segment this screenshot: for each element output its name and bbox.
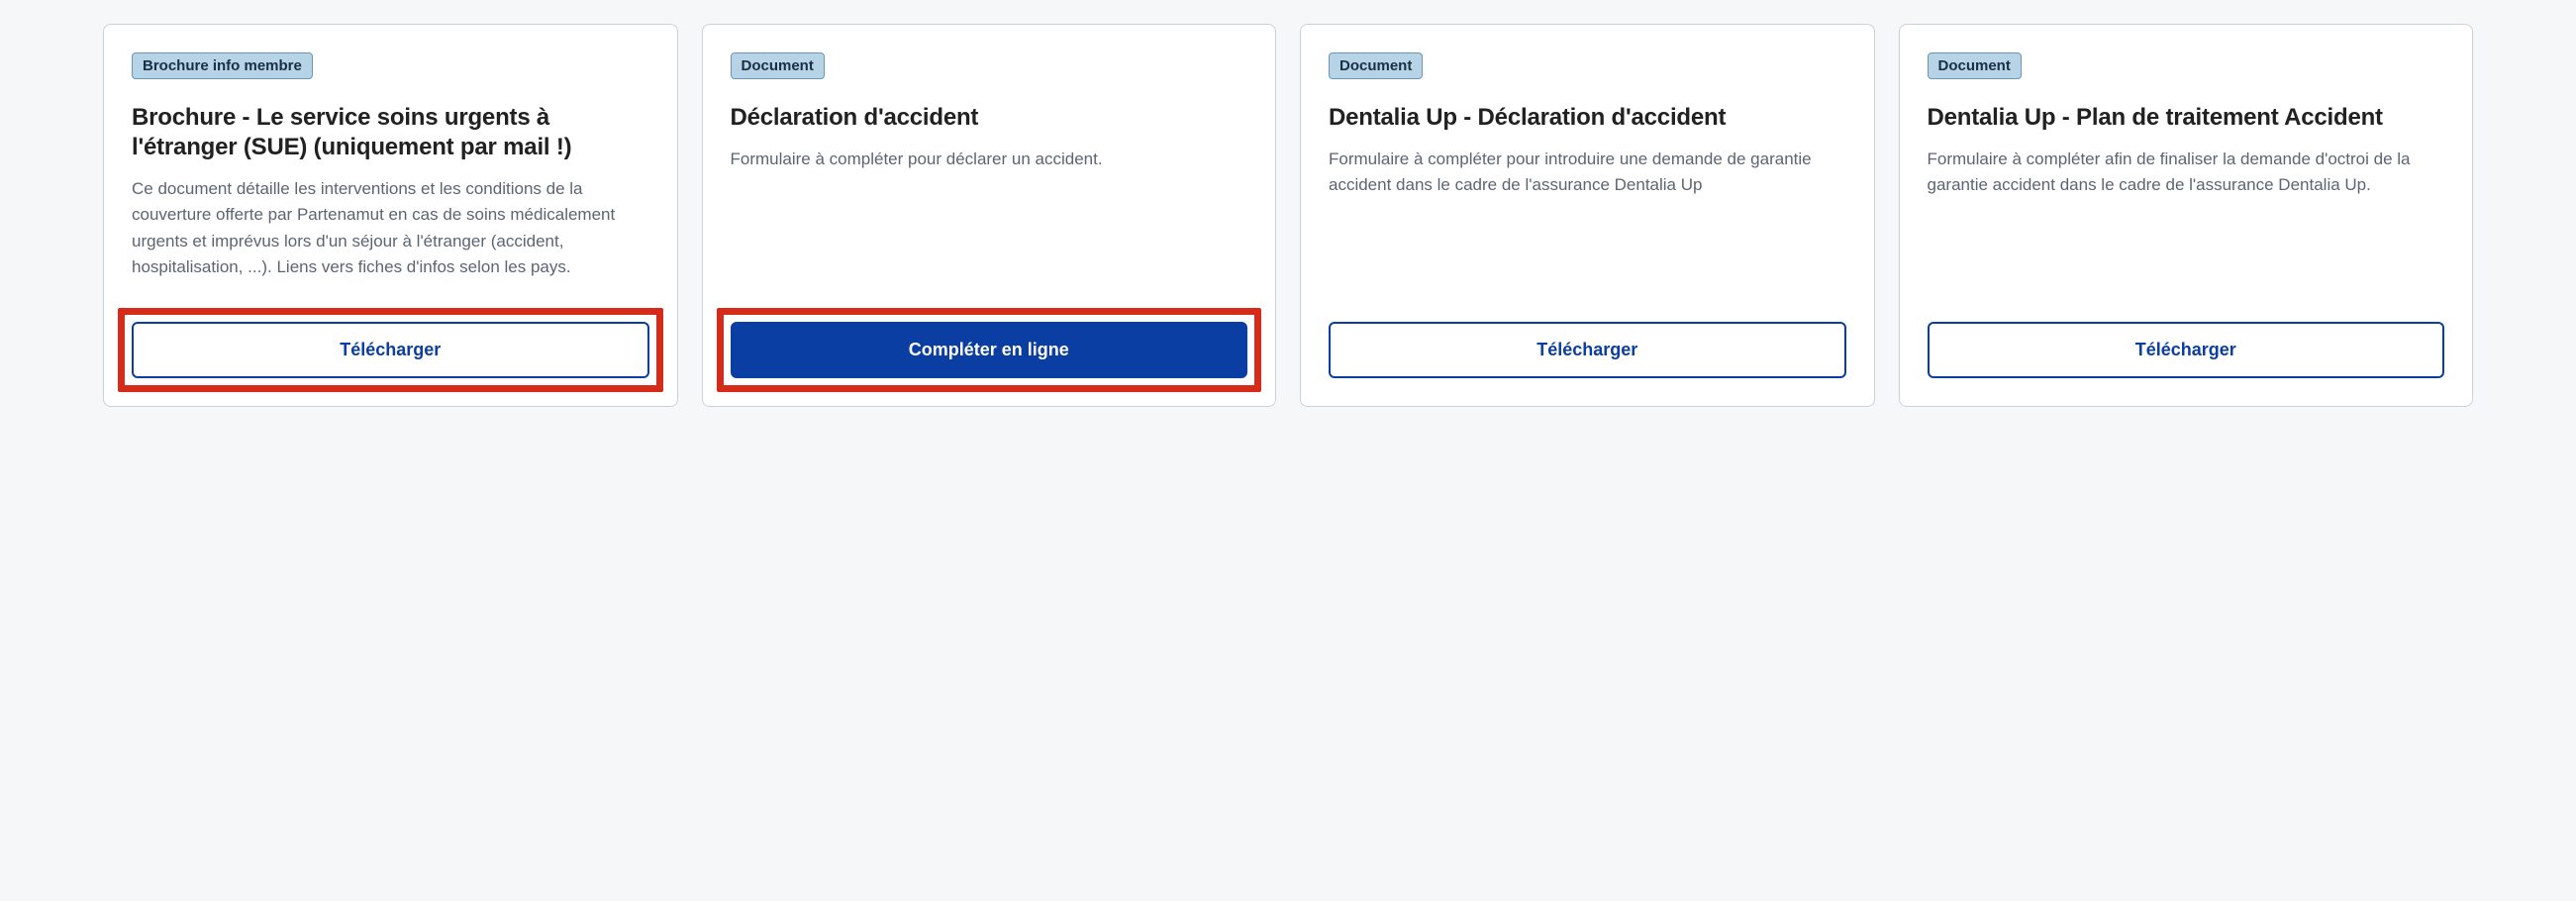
card-title: Dentalia Up - Déclaration d'accident bbox=[1329, 103, 1846, 133]
card-description: Formulaire à compléter pour introduire u… bbox=[1329, 147, 1846, 199]
card-content: Brochure info membre Brochure - Le servi… bbox=[132, 52, 649, 280]
chip-document: Document bbox=[731, 52, 825, 79]
download-button[interactable]: Télécharger bbox=[1329, 322, 1846, 378]
button-wrap: Télécharger bbox=[1928, 322, 2445, 378]
card-title: Brochure - Le service soins urgents à l'… bbox=[132, 103, 649, 162]
button-wrap: Télécharger bbox=[1329, 322, 1846, 378]
card-title: Déclaration d'accident bbox=[731, 103, 1248, 133]
card-dentalia-declaration: Document Dentalia Up - Déclaration d'acc… bbox=[1300, 24, 1875, 407]
chip-brochure-info-membre: Brochure info membre bbox=[132, 52, 313, 79]
chip-document: Document bbox=[1329, 52, 1423, 79]
cards-row: Brochure info membre Brochure - Le servi… bbox=[0, 0, 2576, 447]
card-title: Dentalia Up - Plan de traitement Acciden… bbox=[1928, 103, 2445, 133]
complete-online-button[interactable]: Compléter en ligne bbox=[731, 322, 1248, 378]
highlight-box: Télécharger bbox=[118, 308, 663, 392]
download-button[interactable]: Télécharger bbox=[1928, 322, 2445, 378]
card-content: Document Déclaration d'accident Formulai… bbox=[731, 52, 1248, 172]
card-brochure-sue: Brochure info membre Brochure - Le servi… bbox=[103, 24, 678, 407]
card-dentalia-plan: Document Dentalia Up - Plan de traitemen… bbox=[1899, 24, 2474, 407]
download-button[interactable]: Télécharger bbox=[132, 322, 649, 378]
card-description: Formulaire à compléter afin de finaliser… bbox=[1928, 147, 2445, 199]
card-content: Document Dentalia Up - Déclaration d'acc… bbox=[1329, 52, 1846, 199]
card-description: Formulaire à compléter pour déclarer un … bbox=[731, 147, 1248, 172]
card-description: Ce document détaille les interventions e… bbox=[132, 176, 649, 280]
card-declaration-accident: Document Déclaration d'accident Formulai… bbox=[702, 24, 1277, 407]
highlight-box: Compléter en ligne bbox=[717, 308, 1262, 392]
chip-document: Document bbox=[1928, 52, 2022, 79]
card-content: Document Dentalia Up - Plan de traitemen… bbox=[1928, 52, 2445, 199]
